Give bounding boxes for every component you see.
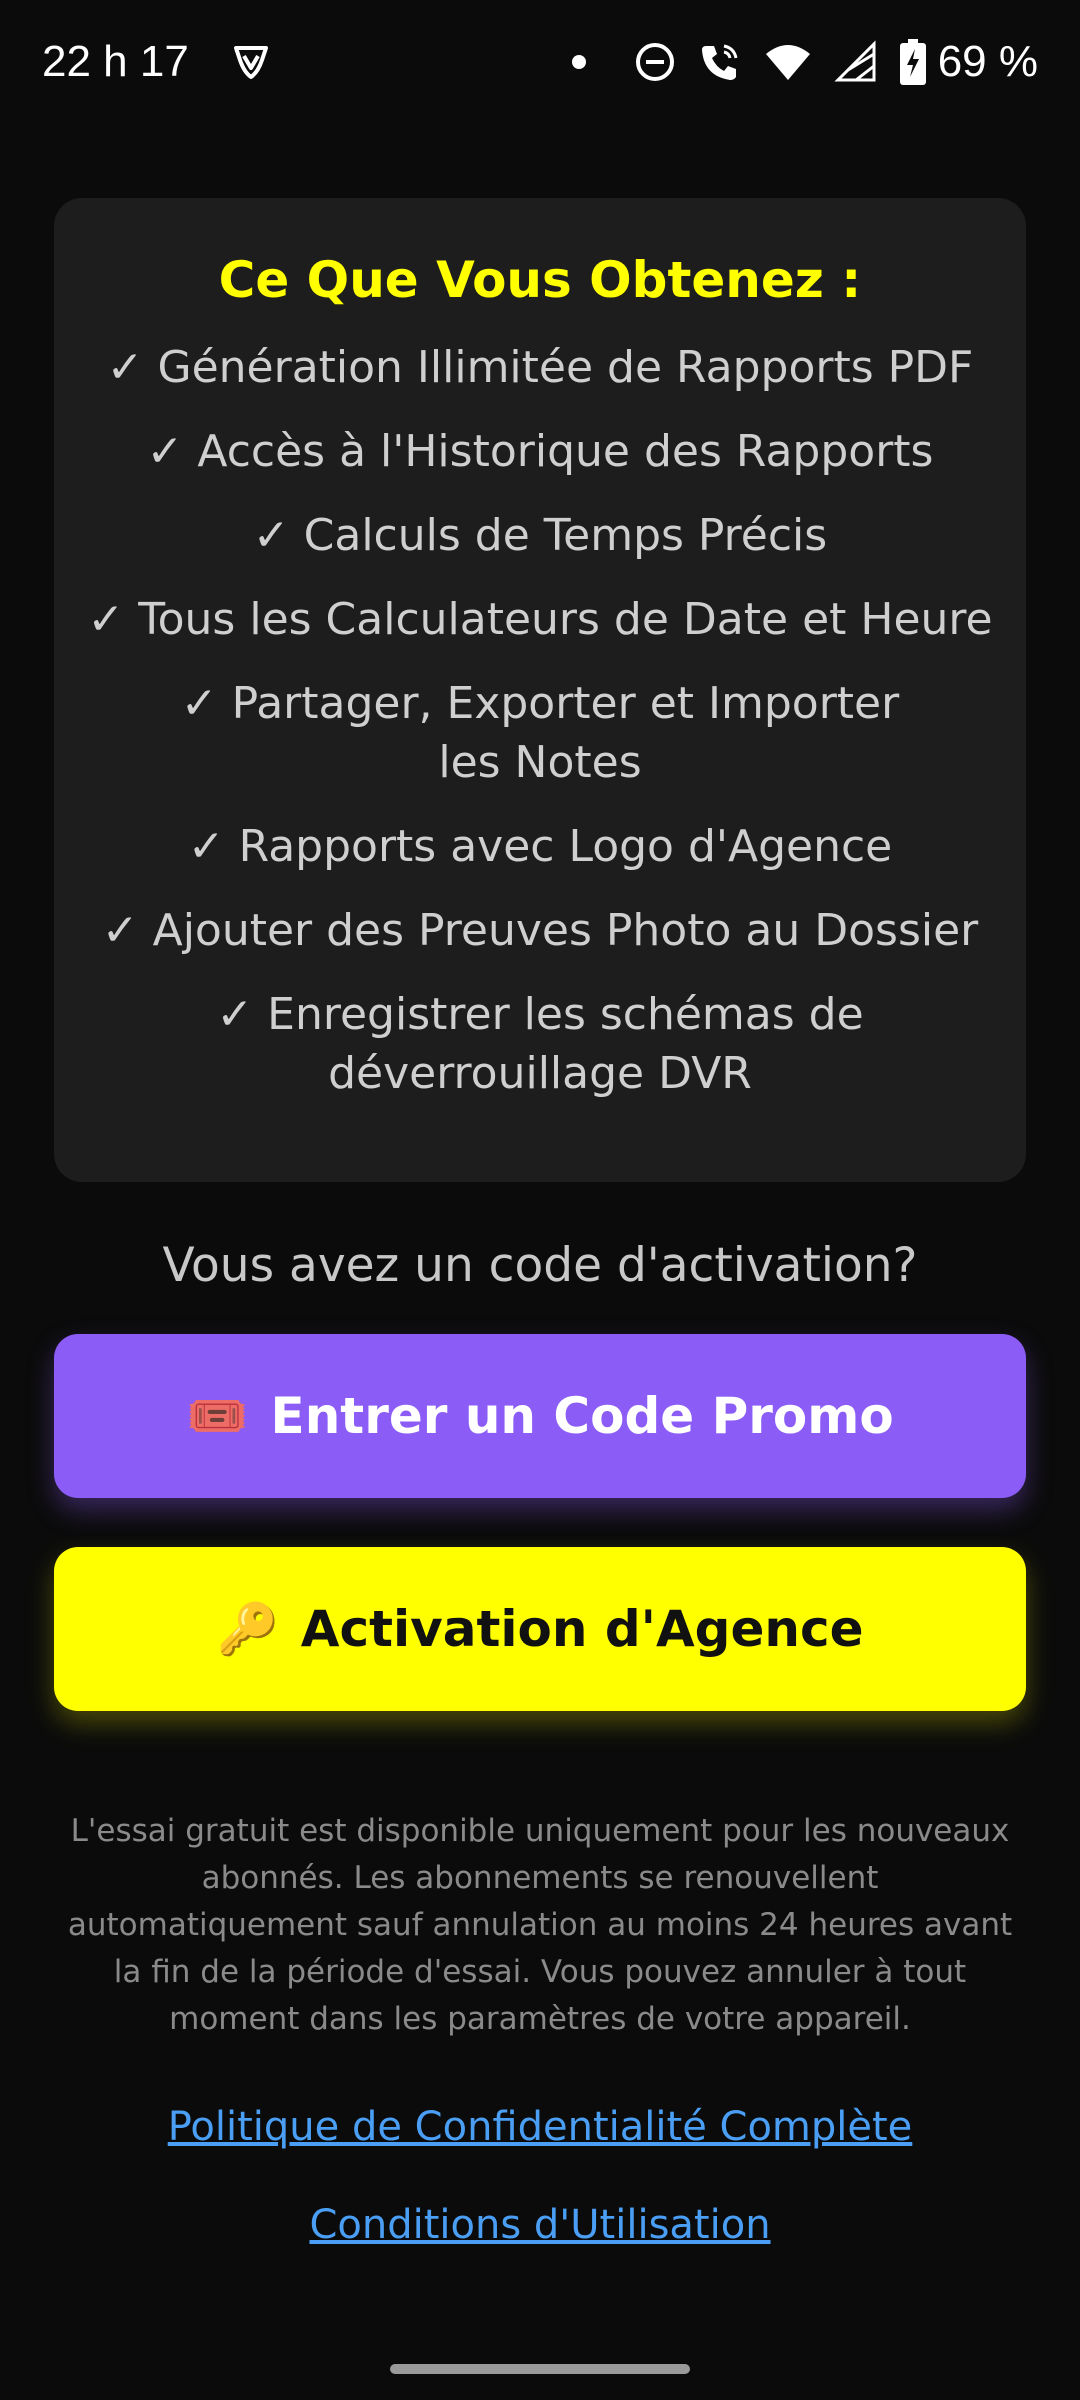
wifi-calling-icon <box>698 40 742 84</box>
status-time: 22 h 17 <box>42 37 189 86</box>
do-not-disturb-icon <box>634 41 676 83</box>
features-card: Ce Que Vous Obtenez : ✓ Génération Illim… <box>54 198 1026 1182</box>
activation-question: Vous avez un code d'activation? <box>162 1238 918 1293</box>
agency-activation-button[interactable]: 🔑 Activation d'Agence <box>54 1547 1026 1711</box>
terms-of-use-link[interactable]: Conditions d'Utilisation <box>0 2202 1080 2248</box>
feature-list: ✓ Génération Illimitée de Rapports PDF ✓… <box>54 338 1026 1103</box>
feature-item-dvr-patterns: ✓ Enregistrer les schémas de déverrouill… <box>216 989 864 1099</box>
notification-dot-icon <box>571 55 586 69</box>
cellular-signal-icon <box>834 40 878 84</box>
feature-item-date-time-calculators: ✓ Tous les Calculateurs de Date et Heure <box>87 594 993 645</box>
home-indicator[interactable] <box>390 2364 690 2374</box>
wifi-icon <box>764 42 812 82</box>
feature-item-agency-logo: ✓ Rapports avec Logo d'Agence <box>187 821 893 872</box>
vpn-shield-icon <box>231 42 271 82</box>
status-bar: 22 h 17 69 % <box>0 0 1080 124</box>
features-title: Ce Que Vous Obtenez : <box>218 251 862 309</box>
battery-charging-icon <box>899 39 926 85</box>
battery-percentage: 69 % <box>937 37 1038 86</box>
ticket-icon: 🎟️ <box>186 1386 249 1445</box>
trial-disclaimer: L'essai gratuit est disponible uniquemen… <box>67 1813 1013 2037</box>
feature-item-report-history: ✓ Accès à l'Historique des Rapports <box>146 426 934 477</box>
key-icon: 🔑 <box>216 1599 279 1658</box>
promo-button-label: Entrer un Code Promo <box>270 1387 894 1445</box>
agency-button-label: Activation d'Agence <box>300 1600 864 1658</box>
feature-item-share-notes: ✓ Partager, Exporter et Importer les Not… <box>180 678 900 788</box>
feature-item-time-calculations: ✓ Calculs de Temps Précis <box>252 510 828 561</box>
subscription-screen: 22 h 17 69 % Ce Que Vous Obtenez: ✓ Gén… <box>0 0 1080 2400</box>
feature-item-photo-evidence: ✓ Ajouter des Preuves Photo au Dossier <box>101 905 979 956</box>
enter-promo-code-button[interactable]: 🎟️ Entrer un Code Promo <box>54 1334 1026 1498</box>
feature-item-pdf-reports: ✓ Génération Illimitée de Rapports PDF <box>106 342 974 393</box>
privacy-policy-link[interactable]: Politique de Confidentialité Complète <box>0 2104 1080 2150</box>
